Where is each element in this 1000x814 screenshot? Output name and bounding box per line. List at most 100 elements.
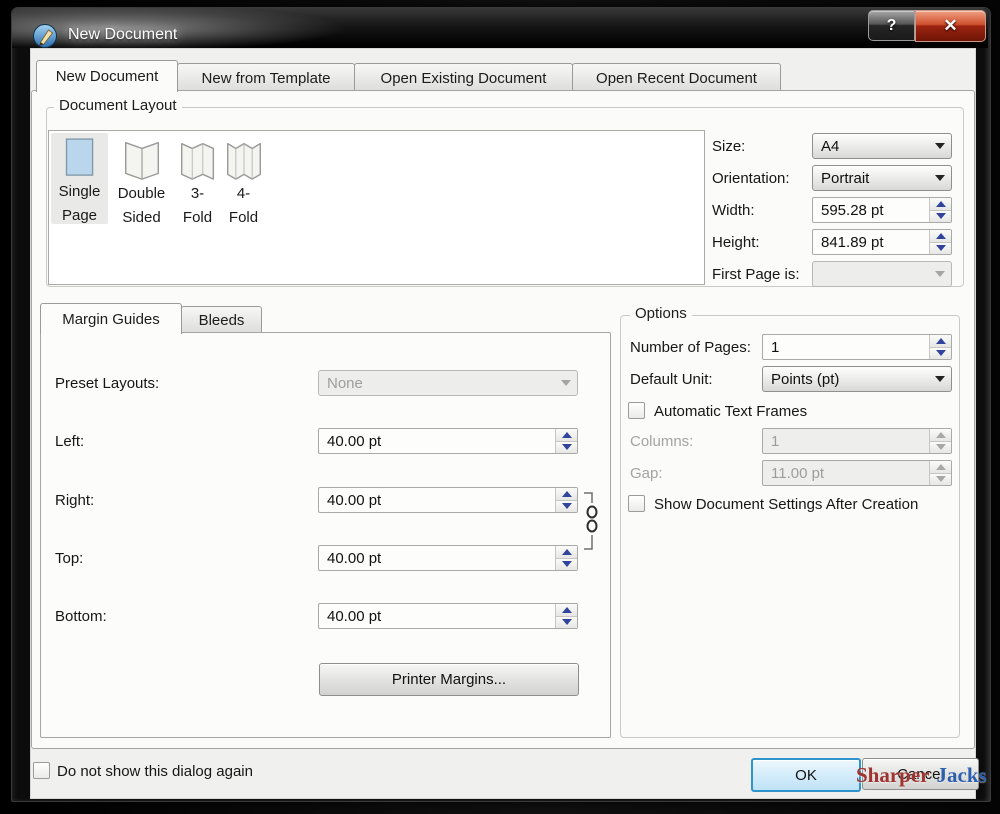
default-unit-label: Default Unit: bbox=[630, 371, 713, 388]
margin-guides-panel: Preset Layouts: None Left: 40.00 pt Righ… bbox=[40, 332, 611, 738]
four-fold-icon bbox=[224, 133, 264, 182]
spin-down-icon[interactable] bbox=[556, 558, 577, 571]
single-page-icon bbox=[62, 133, 98, 180]
tab-margin-guides[interactable]: Margin Guides bbox=[40, 303, 182, 334]
height-spinner[interactable]: 841.89 pt bbox=[812, 229, 952, 255]
layout-item-label: 4- bbox=[237, 182, 250, 206]
right-margin-label: Right: bbox=[55, 492, 94, 509]
spin-down-icon[interactable] bbox=[930, 242, 951, 255]
spin-up-icon[interactable] bbox=[556, 429, 577, 441]
printer-margins-button[interactable]: Printer Margins... bbox=[319, 663, 579, 696]
default-unit-select[interactable]: Points (pt) bbox=[762, 366, 952, 392]
layout-item-4-fold[interactable]: 4- Fold bbox=[221, 133, 266, 224]
layout-item-label: Single bbox=[59, 180, 101, 204]
tab-new-from-template[interactable]: New from Template bbox=[177, 63, 355, 92]
layout-item-label: Fold bbox=[229, 206, 258, 230]
spin-down-icon[interactable] bbox=[556, 441, 577, 454]
spinner-buttons[interactable] bbox=[929, 335, 951, 359]
spin-down-icon[interactable] bbox=[930, 347, 951, 360]
help-button[interactable]: ? bbox=[868, 10, 915, 41]
number-of-pages-spinner[interactable]: 1 bbox=[762, 334, 952, 360]
gap-value: 11.00 pt bbox=[763, 461, 929, 485]
right-margin-value: 40.00 pt bbox=[319, 488, 555, 512]
link-margins-icon[interactable] bbox=[581, 489, 599, 553]
chevron-down-icon bbox=[929, 143, 951, 149]
tab-label: New from Template bbox=[202, 70, 331, 87]
size-value: A4 bbox=[813, 138, 929, 155]
orientation-label: Orientation: bbox=[712, 170, 790, 187]
tab-label: Margin Guides bbox=[62, 311, 160, 328]
tab-open-recent-document[interactable]: Open Recent Document bbox=[572, 63, 781, 92]
tab-new-document[interactable]: New Document bbox=[36, 60, 178, 92]
layout-item-3-fold[interactable]: 3- Fold bbox=[175, 133, 220, 224]
printer-margins-label: Printer Margins... bbox=[392, 671, 506, 688]
tab-open-existing-document[interactable]: Open Existing Document bbox=[354, 63, 573, 92]
chevron-down-icon bbox=[929, 376, 951, 382]
left-margin-label: Left: bbox=[55, 433, 84, 450]
scribus-logo-icon bbox=[32, 23, 58, 48]
right-margin-spinner[interactable]: 40.00 pt bbox=[318, 487, 578, 513]
tab-label: Bleeds bbox=[199, 312, 245, 329]
spinner-buttons[interactable] bbox=[555, 429, 577, 453]
spinner-buttons[interactable] bbox=[555, 604, 577, 628]
tab-label: New Document bbox=[56, 68, 159, 85]
show-document-settings-label: Show Document Settings After Creation bbox=[654, 496, 918, 513]
show-document-settings-checkbox[interactable] bbox=[628, 495, 645, 512]
bottom-margin-value: 40.00 pt bbox=[319, 604, 555, 628]
top-margin-spinner[interactable]: 40.00 pt bbox=[318, 545, 578, 571]
spinner-buttons[interactable] bbox=[929, 230, 951, 254]
spinner-buttons[interactable] bbox=[555, 546, 577, 570]
spinner-buttons bbox=[929, 429, 951, 453]
automatic-text-frames-checkbox[interactable] bbox=[628, 402, 645, 419]
gap-label: Gap: bbox=[630, 465, 663, 482]
bottom-margin-label: Bottom: bbox=[55, 608, 107, 625]
window-title: New Document bbox=[68, 26, 177, 44]
tab-label: Open Recent Document bbox=[596, 70, 757, 87]
size-select[interactable]: A4 bbox=[812, 133, 952, 159]
watermark-text: Sharper bbox=[856, 763, 930, 787]
layout-item-label: Page bbox=[62, 204, 97, 228]
dialog-body: New Document New from Template Open Exis… bbox=[30, 48, 976, 799]
width-value: 595.28 pt bbox=[813, 198, 929, 222]
spin-up-icon[interactable] bbox=[556, 604, 577, 616]
spin-up-icon[interactable] bbox=[930, 230, 951, 242]
spin-up-icon[interactable] bbox=[556, 546, 577, 558]
orientation-select[interactable]: Portrait bbox=[812, 165, 952, 191]
layout-item-double-sided[interactable]: Double Sided bbox=[110, 133, 173, 224]
ok-label: OK bbox=[795, 767, 817, 784]
ok-button[interactable]: OK bbox=[751, 758, 861, 792]
spin-up-icon[interactable] bbox=[930, 198, 951, 210]
layout-item-single-page[interactable]: Single Page bbox=[51, 133, 108, 224]
layout-item-label: Sided bbox=[122, 206, 160, 230]
screenshot-backdrop: New Document ? ✕ New Document New from T… bbox=[0, 0, 1000, 814]
preset-layouts-label: Preset Layouts: bbox=[55, 375, 159, 392]
bottom-margin-spinner[interactable]: 40.00 pt bbox=[318, 603, 578, 629]
chevron-down-icon bbox=[929, 175, 951, 181]
double-sided-icon bbox=[122, 133, 162, 182]
spin-up-icon[interactable] bbox=[930, 335, 951, 347]
spin-up-icon bbox=[930, 461, 951, 473]
spinner-buttons[interactable] bbox=[929, 198, 951, 222]
spin-down-icon[interactable] bbox=[556, 500, 577, 513]
close-button[interactable]: ✕ bbox=[915, 10, 986, 42]
three-fold-icon bbox=[178, 133, 218, 182]
layout-item-label: 3- bbox=[191, 182, 204, 206]
spinner-buttons[interactable] bbox=[555, 488, 577, 512]
preset-layouts-select: None bbox=[318, 370, 578, 396]
width-spinner[interactable]: 595.28 pt bbox=[812, 197, 952, 223]
first-page-select bbox=[812, 261, 952, 287]
left-margin-spinner[interactable]: 40.00 pt bbox=[318, 428, 578, 454]
default-unit-value: Points (pt) bbox=[763, 371, 929, 388]
size-label: Size: bbox=[712, 138, 745, 155]
spin-down-icon bbox=[930, 473, 951, 486]
number-of-pages-value: 1 bbox=[763, 335, 929, 359]
top-margin-value: 40.00 pt bbox=[319, 546, 555, 570]
spin-down-icon[interactable] bbox=[556, 616, 577, 629]
spin-down-icon[interactable] bbox=[930, 210, 951, 223]
spin-down-icon bbox=[930, 441, 951, 454]
tab-bleeds[interactable]: Bleeds bbox=[181, 306, 262, 334]
dont-show-again-checkbox[interactable] bbox=[33, 762, 50, 779]
number-of-pages-label: Number of Pages: bbox=[630, 339, 751, 356]
orientation-value: Portrait bbox=[813, 170, 929, 187]
spin-up-icon[interactable] bbox=[556, 488, 577, 500]
